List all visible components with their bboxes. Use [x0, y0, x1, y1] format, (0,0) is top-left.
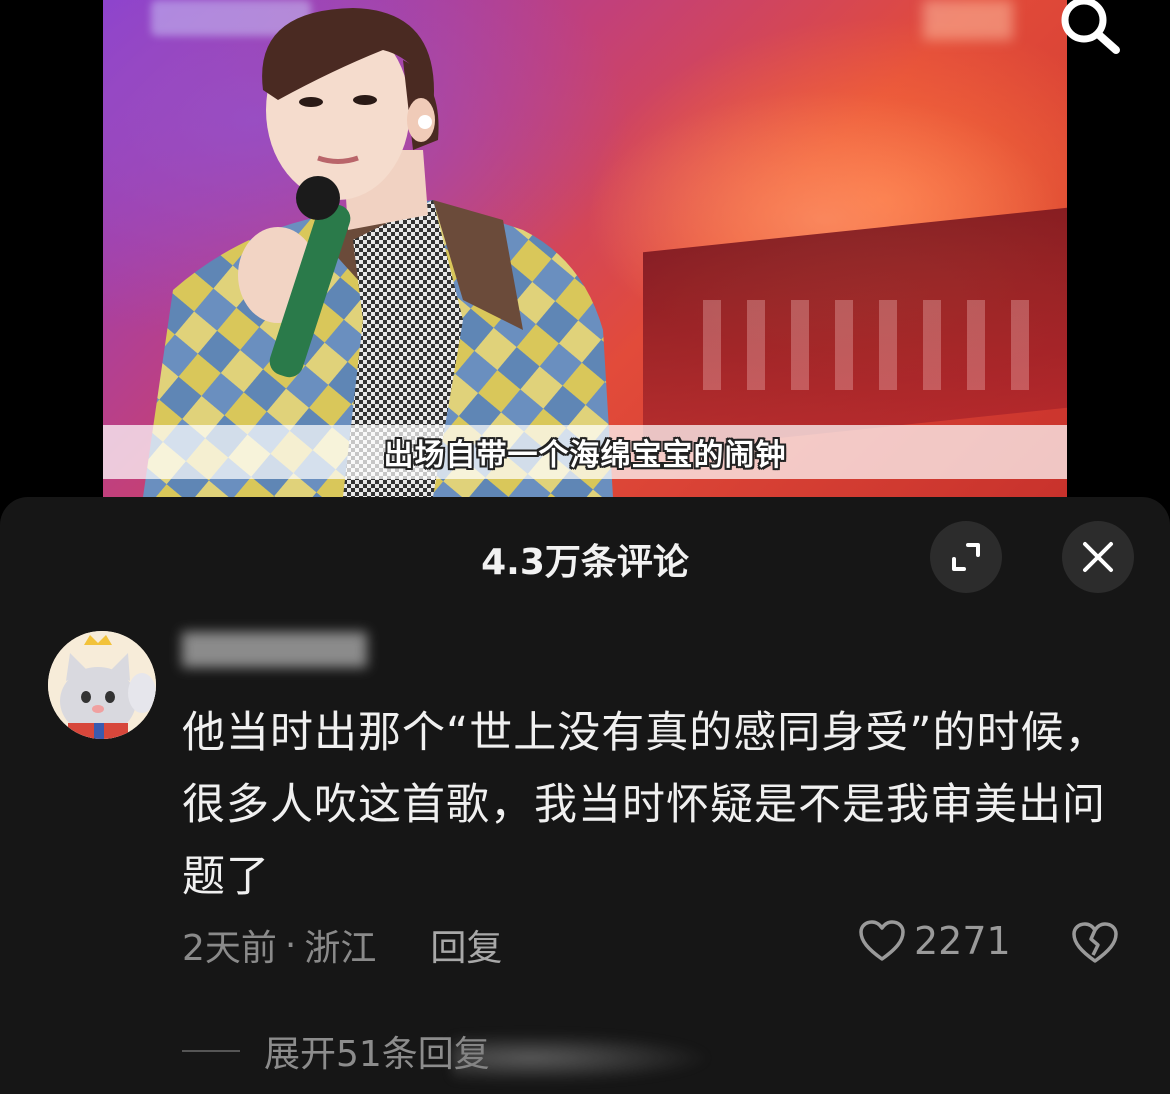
video-player[interactable]: 出场自带一个海绵宝宝的闹钟	[103, 0, 1067, 497]
cartoon-cat-avatar	[48, 631, 156, 739]
heart-icon	[859, 920, 905, 961]
close-icon	[1083, 542, 1113, 572]
expand-button[interactable]	[930, 521, 1002, 593]
expand-replies-button[interactable]: 展开51条回复	[182, 1025, 490, 1077]
reply-button[interactable]: 回复	[430, 919, 502, 971]
comments-sheet: 4.3万条评论 ████████ 他当时出那个“世上没有真的感同身受”的时候，很…	[0, 497, 1170, 1094]
search-icon[interactable]	[1052, 0, 1124, 56]
close-button[interactable]	[1062, 521, 1134, 593]
avatar[interactable]	[48, 631, 156, 739]
comment-text: 他当时出那个“世上没有真的感同身受”的时候，很多人吹这首歌，我当时怀疑是不是我审…	[182, 708, 1109, 902]
like-count: 2271	[914, 919, 1011, 963]
like-button[interactable]: 2271	[858, 919, 1011, 963]
video-subtitle: 出场自带一个海绵宝宝的闹钟	[383, 438, 787, 473]
subtitle-bar: 出场自带一个海绵宝宝的闹钟	[103, 425, 1067, 479]
expand-icon	[952, 543, 980, 571]
replies-divider	[182, 1050, 240, 1052]
comment-time: 2天前	[182, 928, 277, 969]
comment-meta: 2天前 · 浙江 回复	[182, 919, 502, 971]
singer-figure	[143, 8, 613, 497]
username-blurred: ████████	[182, 633, 367, 668]
reply-preview-blur	[452, 1033, 712, 1083]
broken-heart-icon	[1072, 922, 1118, 963]
comment-location: 浙江	[304, 928, 377, 969]
dislike-button[interactable]	[1070, 921, 1120, 969]
meta-separator: ·	[284, 924, 297, 966]
